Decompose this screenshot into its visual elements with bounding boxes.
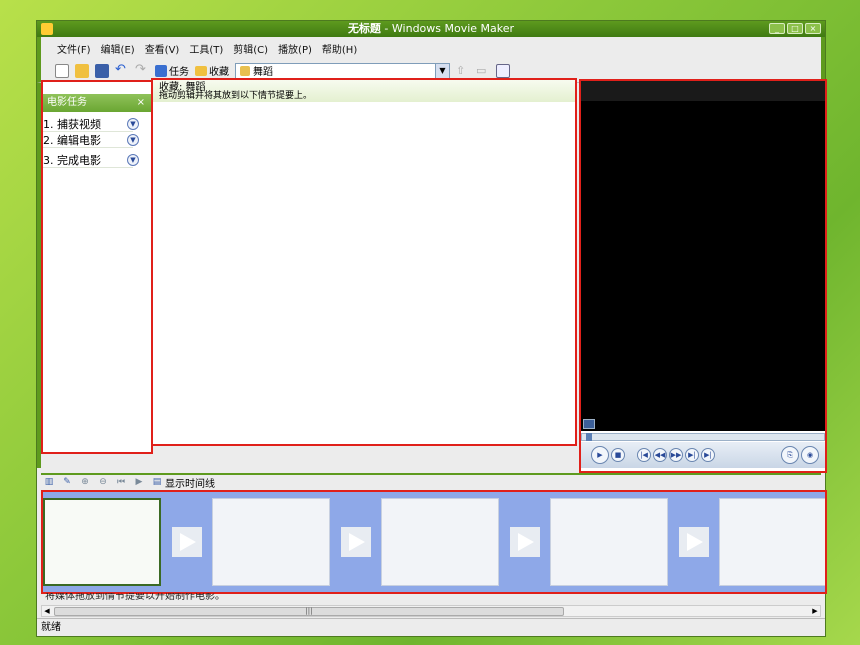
close-icon[interactable]: × bbox=[137, 94, 145, 112]
window-title-app: - Windows Movie Maker bbox=[380, 22, 515, 35]
new-file-icon[interactable] bbox=[55, 63, 69, 78]
collection-subtitle: 拖动剪辑并将其放到以下情节提要上。 bbox=[159, 91, 313, 101]
maximize-icon[interactable]: □ bbox=[787, 23, 803, 34]
window-frame bbox=[37, 83, 41, 468]
status-text: 就绪 bbox=[41, 622, 61, 633]
menu-help[interactable]: 帮助(H) bbox=[322, 41, 357, 56]
movie-tasks-pane: 电影任务 × 1. 捕获视频 ▼ 2. 编辑电影 ▼ 3. 完成电影 ▼ bbox=[41, 80, 153, 454]
storyboard-frame[interactable] bbox=[550, 498, 668, 586]
transition-slot[interactable] bbox=[499, 520, 550, 564]
rewind-storyboard-icon[interactable]: ⏮ bbox=[115, 476, 127, 488]
play-icon[interactable]: ▶ bbox=[591, 446, 609, 464]
transition-icon bbox=[678, 527, 709, 557]
tasks-icon bbox=[155, 64, 167, 77]
status-bar: 就绪 bbox=[37, 618, 825, 636]
window-title-doc: 无标题 bbox=[347, 22, 381, 35]
storyboard-hint: 将媒体拖放到情节提要以开始制作电影。 bbox=[45, 593, 225, 602]
transition-icon bbox=[340, 527, 371, 557]
previous-frame-icon[interactable]: |◀ bbox=[637, 448, 651, 462]
scroll-thumb[interactable]: ||| bbox=[54, 607, 564, 616]
storyboard-frame[interactable] bbox=[43, 498, 161, 586]
redo-icon[interactable]: ↷ bbox=[135, 63, 149, 78]
transition-slot[interactable] bbox=[668, 520, 719, 564]
transition-icon bbox=[171, 527, 202, 557]
collection-dropdown[interactable]: 舞蹈 ▼ bbox=[235, 62, 450, 79]
split-screen-icon[interactable] bbox=[583, 419, 595, 429]
storyboard[interactable] bbox=[41, 490, 827, 594]
show-timeline-label: 显示时间线 bbox=[165, 478, 215, 490]
task-item-label: 2. 编辑电影 bbox=[43, 133, 101, 147]
chevron-down-icon[interactable]: ▼ bbox=[435, 63, 449, 78]
app-icon bbox=[41, 23, 53, 35]
task-item-label: 1. 捕获视频 bbox=[43, 117, 101, 131]
open-folder-icon[interactable] bbox=[75, 63, 89, 78]
close-icon[interactable]: × bbox=[805, 23, 821, 34]
folder-icon bbox=[195, 65, 207, 76]
save-icon[interactable] bbox=[95, 63, 109, 78]
timeline-icon: ▤ bbox=[152, 477, 162, 487]
menu-edit[interactable]: 编辑(E) bbox=[101, 41, 135, 56]
transition-slot[interactable] bbox=[330, 520, 381, 564]
menu-bar: 文件(F) 编辑(E) 查看(V) 工具(T) 剪辑(C) 播放(P) 帮助(H… bbox=[37, 37, 825, 59]
zoom-in-icon[interactable]: ⊕ bbox=[79, 476, 91, 488]
next-frame-icon[interactable]: ▶| bbox=[685, 448, 699, 462]
app-window: 无标题 - Windows Movie Maker _ □ × 文件(F) 编辑… bbox=[36, 20, 827, 637]
playback-controls: ▶ ■ |◀ ◀◀ ▶▶ ▶| ▶| ⎘ ◉ bbox=[581, 442, 825, 468]
new-collection-icon[interactable]: ▭ bbox=[476, 64, 490, 78]
movie-tasks-title: 电影任务 bbox=[47, 97, 87, 108]
play-storyboard-icon[interactable]: ▶ bbox=[133, 476, 145, 488]
title-bar[interactable]: 无标题 - Windows Movie Maker _ □ × bbox=[37, 21, 825, 37]
minimize-icon[interactable]: _ bbox=[769, 23, 785, 34]
rewind-icon[interactable]: ◀◀ bbox=[653, 448, 667, 462]
storyboard-frame[interactable] bbox=[381, 498, 499, 586]
views-icon[interactable] bbox=[496, 63, 510, 78]
collection-dropdown-value: 舞蹈 bbox=[253, 67, 273, 78]
collection-header: 收藏: 舞蹈 拖动剪辑并将其放到以下情节提要上。 bbox=[153, 80, 575, 102]
set-audio-levels-icon[interactable]: ▥ bbox=[43, 476, 55, 488]
chevron-down-icon[interactable]: ▼ bbox=[127, 118, 139, 130]
tasks-button[interactable]: 任务 bbox=[155, 63, 189, 78]
menu-tools[interactable]: 工具(T) bbox=[189, 41, 223, 56]
collections-label: 收藏 bbox=[209, 67, 229, 78]
split-clip-icon[interactable]: ⎘ bbox=[781, 446, 799, 464]
zoom-out-icon[interactable]: ⊖ bbox=[97, 476, 109, 488]
transition-slot[interactable] bbox=[161, 520, 212, 564]
narrate-icon[interactable]: ✎ bbox=[61, 476, 73, 488]
menu-play[interactable]: 播放(P) bbox=[278, 41, 312, 56]
menu-view[interactable]: 查看(V) bbox=[145, 41, 180, 56]
storyboard-frame[interactable] bbox=[719, 498, 825, 586]
end-icon[interactable]: ▶| bbox=[701, 448, 715, 462]
scroll-right-icon[interactable]: ▶ bbox=[810, 606, 820, 616]
menu-file[interactable]: 文件(F) bbox=[57, 41, 91, 56]
task-finish-movie[interactable]: 3. 完成电影 ▼ bbox=[43, 152, 139, 168]
transition-icon bbox=[509, 527, 540, 557]
collection-pane[interactable]: 收藏: 舞蹈 拖动剪辑并将其放到以下情节提要上。 bbox=[151, 78, 577, 446]
show-timeline-button[interactable]: ▤ 显示时间线 bbox=[151, 475, 215, 490]
window-controls: _ □ × bbox=[769, 23, 821, 34]
movie-tasks-header: 电影任务 × bbox=[43, 94, 151, 112]
task-capture-video[interactable]: 1. 捕获视频 ▼ bbox=[43, 116, 139, 132]
chevron-down-icon[interactable]: ▼ bbox=[127, 134, 139, 146]
menu-clip[interactable]: 剪辑(C) bbox=[233, 41, 268, 56]
horizontal-scrollbar[interactable]: ◀ ||| ▶ bbox=[41, 605, 821, 617]
preview-monitor: ▶ ■ |◀ ◀◀ ▶▶ ▶| ▶| ⎘ ◉ bbox=[579, 79, 827, 473]
up-folder-icon[interactable]: ⇧ bbox=[456, 64, 470, 78]
scroll-left-icon[interactable]: ◀ bbox=[42, 606, 52, 616]
collections-button[interactable]: 收藏 bbox=[195, 63, 229, 78]
chevron-down-icon[interactable]: ▼ bbox=[127, 154, 139, 166]
task-item-label: 3. 完成电影 bbox=[43, 153, 101, 167]
fast-forward-icon[interactable]: ▶▶ bbox=[669, 448, 683, 462]
collection-icon bbox=[240, 65, 250, 76]
storyboard-frame[interactable] bbox=[212, 498, 330, 586]
snapshot-icon[interactable]: ◉ bbox=[801, 446, 819, 464]
task-edit-movie[interactable]: 2. 编辑电影 ▼ bbox=[43, 132, 139, 148]
stop-icon[interactable]: ■ bbox=[611, 448, 625, 462]
storyboard-toolbar: ▥ ✎ ⊕ ⊖ ⏮ ▶ ▤ 显示时间线 bbox=[41, 473, 821, 490]
tasks-label: 任务 bbox=[169, 67, 189, 78]
preview-screen bbox=[581, 81, 825, 431]
seek-bar[interactable] bbox=[581, 433, 825, 441]
seek-thumb[interactable] bbox=[586, 433, 592, 441]
undo-icon[interactable]: ↶ bbox=[115, 63, 129, 78]
